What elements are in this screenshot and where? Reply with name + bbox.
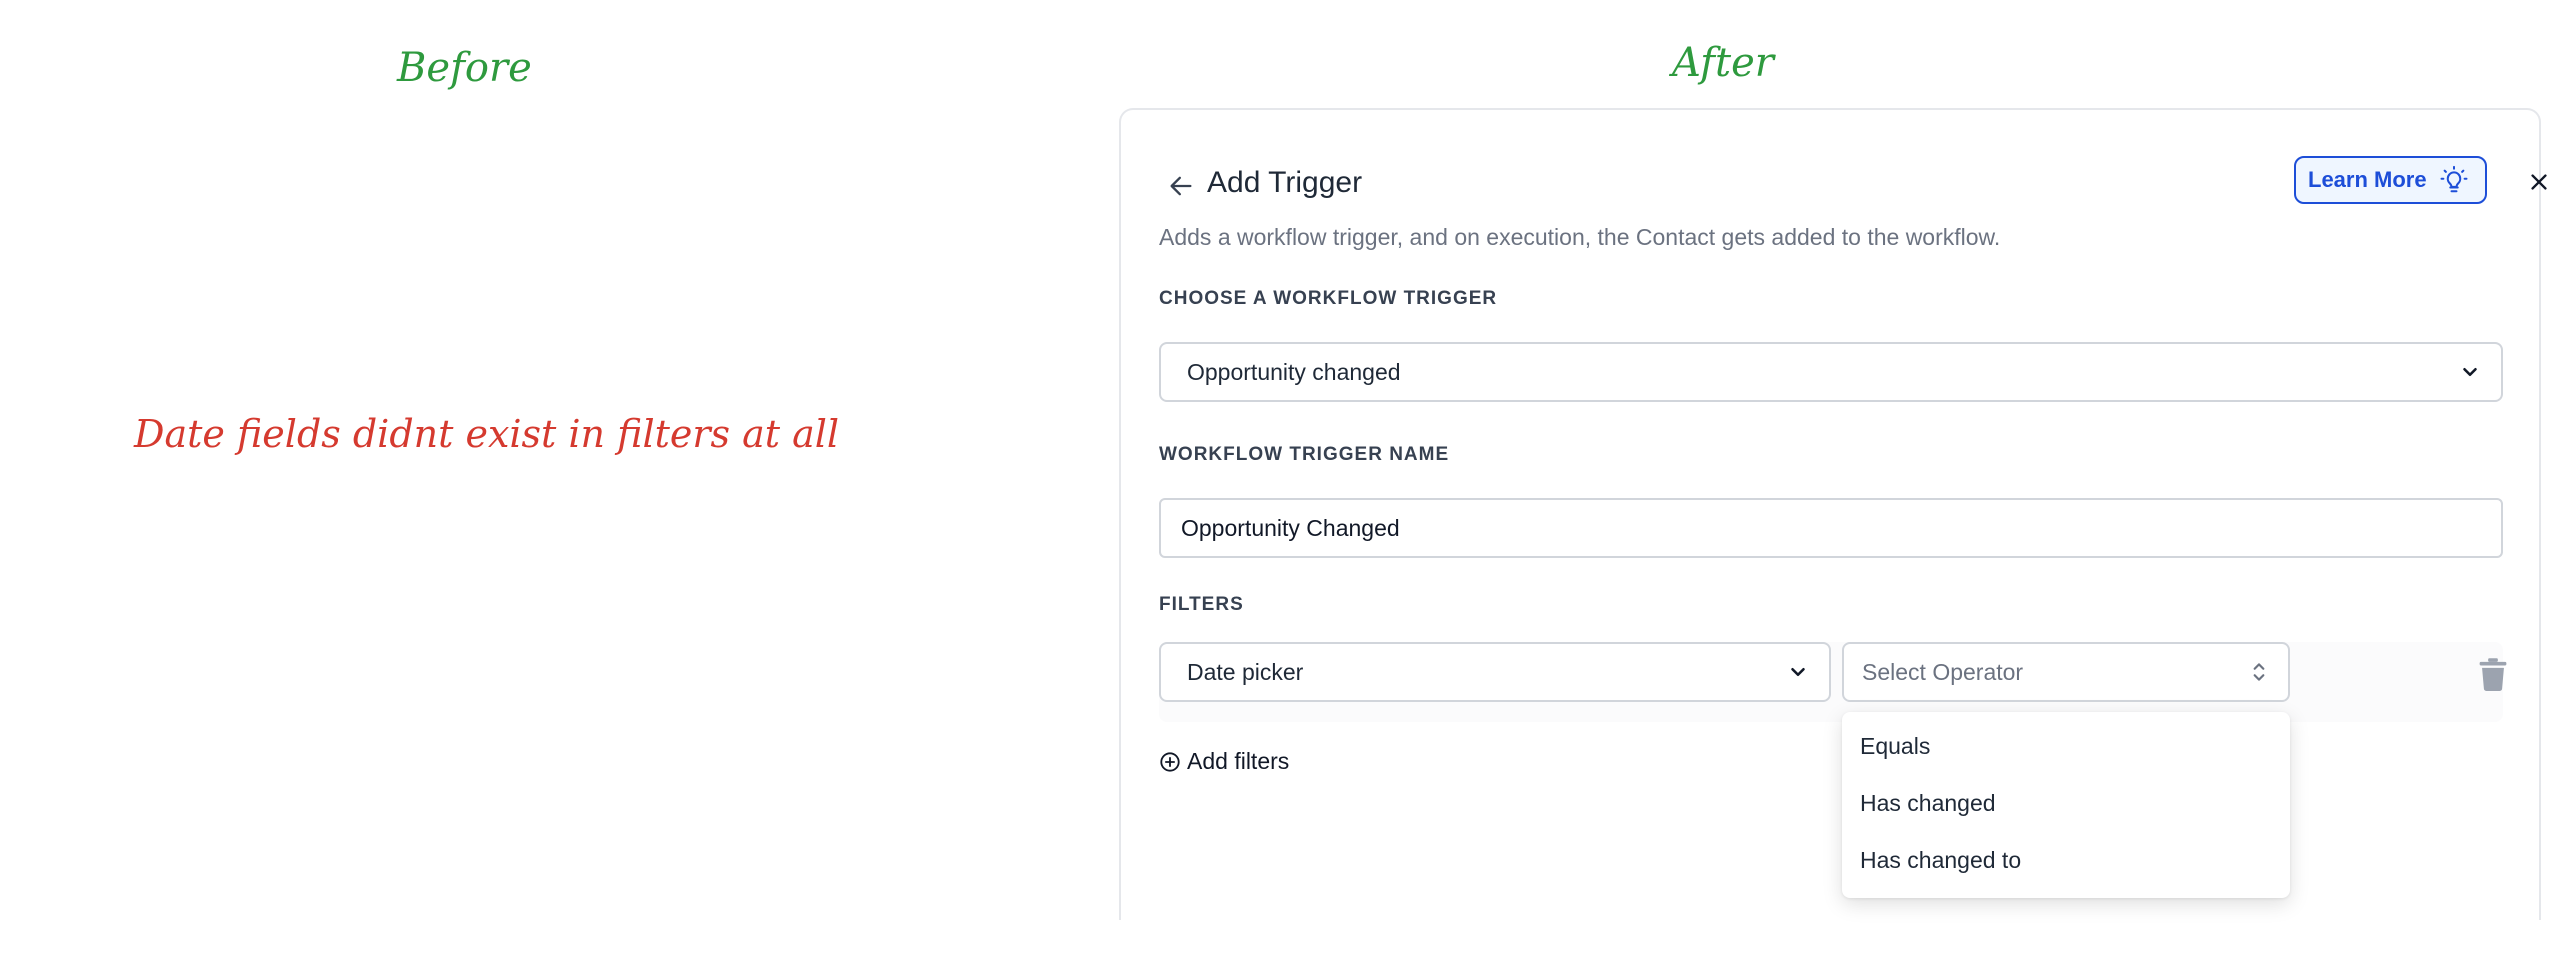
back-button[interactable] — [1159, 164, 1203, 208]
close-icon — [2531, 174, 2547, 190]
trigger-name-label: WORKFLOW TRIGGER NAME — [1159, 444, 1450, 465]
learn-more-label: Learn More — [2308, 167, 2427, 192]
delete-filter-button[interactable] — [2473, 652, 2513, 696]
operator-option-has-changed-to[interactable]: Has changed to — [1842, 832, 2290, 889]
filter-field-value: Date picker — [1187, 658, 1304, 685]
add-trigger-panel: Add Trigger Learn More Adds a workflow t… — [1119, 108, 2547, 920]
trigger-select-value: Opportunity changed — [1187, 358, 1401, 385]
filter-field-select[interactable]: Date picker — [1159, 642, 1831, 702]
trigger-name-input[interactable]: Opportunity Changed — [1159, 498, 2503, 558]
plus-circle-icon — [1160, 751, 1180, 772]
operator-placeholder: Select Operator — [1862, 658, 2024, 685]
panel-header: Add Trigger Learn More — [1159, 156, 2547, 216]
add-filters-label: Add filters — [1187, 748, 1290, 774]
lightbulb-icon — [2440, 165, 2468, 193]
page-title: Add Trigger — [1207, 166, 1363, 199]
chevron-up-down-icon — [2253, 663, 2265, 681]
after-label: After — [1672, 40, 1774, 86]
panel-description: Adds a workflow trigger, and on executio… — [1159, 224, 2001, 250]
trigger-select[interactable]: Opportunity changed — [1159, 342, 2503, 402]
annotation-note: Date fields didnt exist in filters at al… — [134, 412, 840, 456]
chevron-down-icon — [2463, 367, 2477, 377]
filters-label: FILTERS — [1159, 594, 1244, 615]
operator-select[interactable]: Select Operator — [1842, 642, 2290, 702]
learn-more-button[interactable]: Learn More — [2294, 156, 2487, 204]
chevron-down-icon — [1791, 667, 1805, 677]
operator-dropdown: Equals Has changed Has changed to — [1842, 712, 2290, 898]
close-button[interactable] — [2519, 162, 2559, 202]
before-label: Before — [397, 45, 532, 91]
trigger-section-label: CHOOSE A WORKFLOW TRIGGER — [1159, 288, 1498, 309]
add-filters-button[interactable]: Add filters — [1159, 748, 1289, 775]
arrow-left-icon — [1170, 176, 1192, 196]
operator-option-equals[interactable]: Equals — [1842, 718, 2290, 775]
operator-option-has-changed[interactable]: Has changed — [1842, 775, 2290, 832]
trash-icon — [2479, 658, 2507, 691]
